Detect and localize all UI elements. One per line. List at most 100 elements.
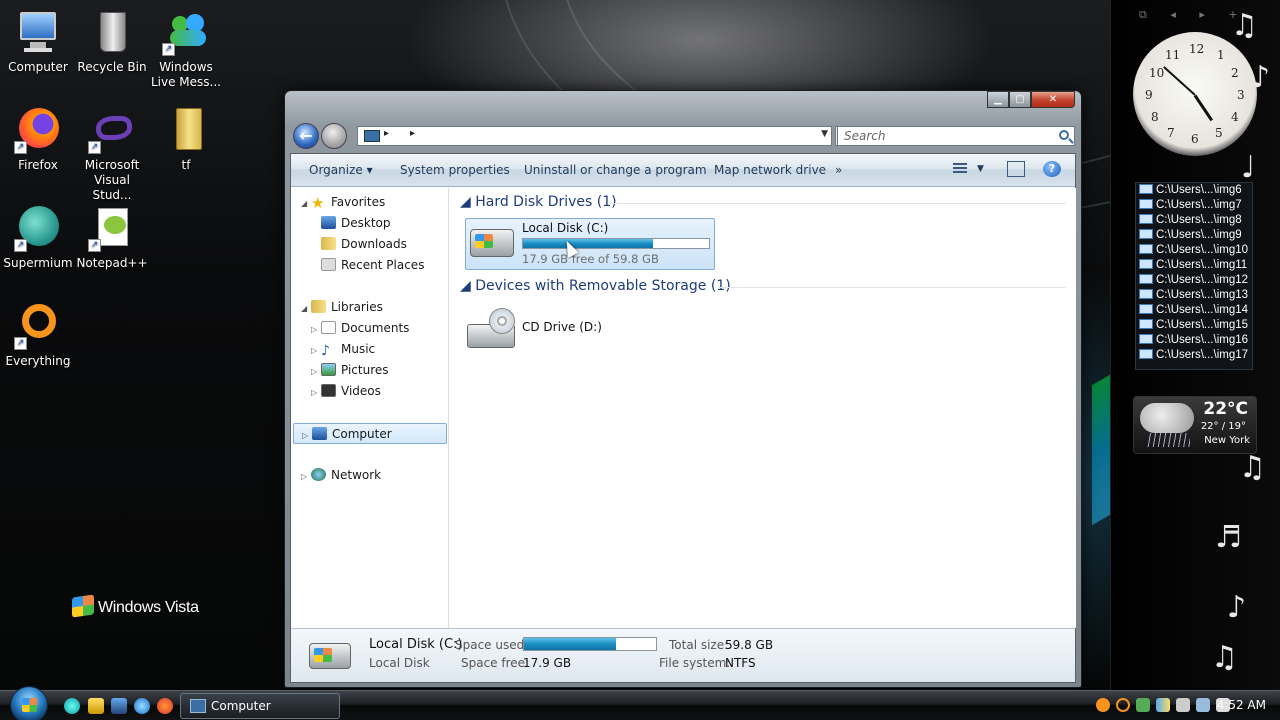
cd-drive-d-item[interactable]: CD Drive (D:) [522, 320, 602, 334]
help-icon[interactable]: ? [1043, 161, 1061, 177]
supermium-quicklaunch-icon[interactable] [64, 698, 80, 714]
group-header-hard-disks[interactable]: ◢ Hard Disk Drives (1) [460, 194, 617, 210]
windows-vista-branding: Windows Vista [72, 594, 199, 618]
desktop-icon-label: tf [181, 158, 191, 172]
back-button[interactable]: ← [293, 123, 319, 149]
everything-tray-icon[interactable] [1096, 698, 1110, 712]
music-note-icon: ♩ [1241, 150, 1256, 185]
switch-windows-icon[interactable] [111, 698, 127, 714]
address-bar[interactable]: ▸ ▸ ▼ [357, 126, 832, 146]
image-file-icon [1139, 334, 1153, 344]
desktop-icon-everything[interactable]: ↗ Everything [0, 302, 76, 369]
nav-network[interactable]: ▷ Network [301, 465, 381, 486]
address-dropdown-icon[interactable]: ▼ [821, 129, 828, 139]
breadcrumb-arrow-icon[interactable]: ▸ [384, 128, 389, 139]
downloads-folder-icon [321, 237, 336, 250]
caption-buttons: ▁ ▢ ✕ [987, 91, 1075, 108]
shortcut-arrow-icon: ↗ [88, 239, 101, 252]
rain-cloud-icon [1140, 403, 1194, 433]
slideshow-item: C:\Users\...\img9 [1136, 228, 1252, 243]
taskbar: Computer 4:52 AM [0, 686, 1280, 720]
nav-videos[interactable]: ▷ Videos [311, 381, 381, 402]
preview-pane-icon[interactable] [1007, 161, 1025, 177]
clock-number: 8 [1151, 110, 1159, 124]
image-file-icon [1139, 229, 1153, 239]
tray-icon[interactable] [1156, 698, 1170, 712]
system-properties-button[interactable]: System properties [400, 163, 510, 177]
desktop-icon-label: Windows Live Mess... [150, 60, 221, 89]
desktop-icon-visual-studio[interactable]: ↗ Microsoft Visual Stud... [74, 106, 150, 203]
search-input[interactable]: Search [837, 126, 1075, 146]
weather-gadget[interactable]: 22°C 22° / 19° New York [1133, 396, 1257, 454]
computer-icon [312, 427, 327, 440]
clock-number: 4 [1231, 110, 1239, 124]
clock-time[interactable]: 4:52 AM [1217, 698, 1266, 712]
desktop-icon-tf-folder[interactable]: tf [148, 106, 224, 173]
show-desktop-icon[interactable] [88, 698, 104, 714]
slideshow-item: C:\Users\...\img15 [1136, 318, 1252, 333]
organize-button[interactable]: Organize ▾ [309, 163, 373, 177]
nav-libraries[interactable]: ◢ Libraries [301, 297, 383, 318]
image-file-icon [1139, 184, 1153, 194]
computer-icon [190, 699, 206, 713]
group-header-removable[interactable]: ◢ Devices with Removable Storage (1) [460, 278, 731, 294]
map-network-drive-button[interactable]: Map network drive [714, 163, 826, 177]
windows-sidebar: ⧉ ◂ ▸ + 12 1 2 3 4 5 6 7 8 9 10 11 C:\Us… [1110, 0, 1280, 690]
cd-drive-icon[interactable] [467, 308, 517, 350]
desktop-icon-supermium[interactable]: ↗ Supermium [0, 204, 76, 271]
desktop-icon-firefox[interactable]: ↗ Firefox [0, 106, 76, 173]
views-icon[interactable] [953, 161, 971, 177]
nav-desktop[interactable]: Desktop [321, 213, 391, 234]
internet-explorer-icon[interactable] [134, 698, 150, 714]
image-file-icon [1139, 349, 1153, 359]
breadcrumb-arrow-icon[interactable]: ▸ [410, 128, 415, 139]
minimize-button[interactable]: ▁ [987, 91, 1009, 108]
total-size-label: Total size: [669, 638, 729, 652]
space-used-label: Space used: [455, 638, 529, 652]
branding-text: Windows Vista [98, 599, 199, 616]
maximize-button[interactable]: ▢ [1009, 91, 1031, 108]
clock-hour-hand [1193, 94, 1214, 122]
nav-computer[interactable]: ▷ Computer [293, 423, 447, 444]
clock-number: 2 [1231, 66, 1239, 80]
nav-downloads[interactable]: Downloads [321, 234, 407, 255]
explorer-client-area: Organize ▾ System properties Uninstall o… [290, 153, 1076, 683]
network-tray-icon[interactable] [1196, 698, 1210, 712]
nav-recent-places[interactable]: Recent Places [321, 255, 424, 276]
firefox-quicklaunch-icon[interactable] [157, 698, 173, 714]
local-disk-c-item[interactable]: Local Disk (C:) 17.9 GB free of 59.8 GB [465, 218, 715, 270]
nav-documents[interactable]: ▷ Documents [311, 318, 409, 339]
desktop-icon-label: Recycle Bin [77, 60, 147, 74]
nav-music[interactable]: ▷ ♪ Music [311, 339, 375, 360]
search-placeholder: Search [844, 129, 886, 143]
start-button[interactable] [10, 686, 48, 720]
clock-number: 3 [1237, 88, 1245, 102]
desktop-icon-computer[interactable]: Computer [0, 8, 76, 75]
search-tray-icon[interactable] [1116, 698, 1130, 712]
clock-gadget[interactable]: 12 1 2 3 4 5 6 7 8 9 10 11 [1133, 32, 1257, 156]
views-dropdown-icon[interactable]: ▼ [977, 164, 984, 174]
collapse-triangle-icon: ◢ [301, 304, 308, 313]
desktop-icon-notepad-plus-plus[interactable]: ↗ Notepad++ [74, 204, 150, 271]
slideshow-gadget[interactable]: C:\Users\...\img6 C:\Users\...\img7 C:\U… [1135, 182, 1253, 370]
search-icon[interactable] [1059, 130, 1069, 140]
sidebar-tray-icon[interactable] [1176, 698, 1190, 712]
forward-button[interactable] [321, 123, 347, 149]
program-tray-icon[interactable] [1136, 698, 1150, 712]
group-divider [610, 203, 1066, 204]
explorer-window[interactable]: ▁ ▢ ✕ ← ▸ ▸ ▼ ⇆ Search Organize ▾ System… [284, 90, 1082, 688]
nav-pictures[interactable]: ▷ Pictures [311, 360, 389, 381]
close-button[interactable]: ✕ [1031, 91, 1075, 108]
taskbar-button-computer[interactable]: Computer [180, 693, 340, 719]
nav-favorites[interactable]: ◢ ★ Favorites [301, 192, 385, 213]
more-commands-button[interactable]: » [835, 163, 842, 177]
notepad-plus-plus-icon: ↗ [88, 204, 136, 252]
desktop-icon-recycle-bin[interactable]: Recycle Bin [74, 8, 150, 75]
desktop-icon-windows-live-messenger[interactable]: ↗ Windows Live Mess... [148, 8, 224, 90]
space-free-value: 17.9 GB [523, 656, 572, 670]
image-file-icon [1139, 199, 1153, 209]
messenger-icon: ↗ [162, 8, 210, 56]
uninstall-program-button[interactable]: Uninstall or change a program [524, 163, 707, 177]
music-note-icon: ♪ [1251, 60, 1271, 95]
music-icon: ♪ [321, 343, 330, 359]
